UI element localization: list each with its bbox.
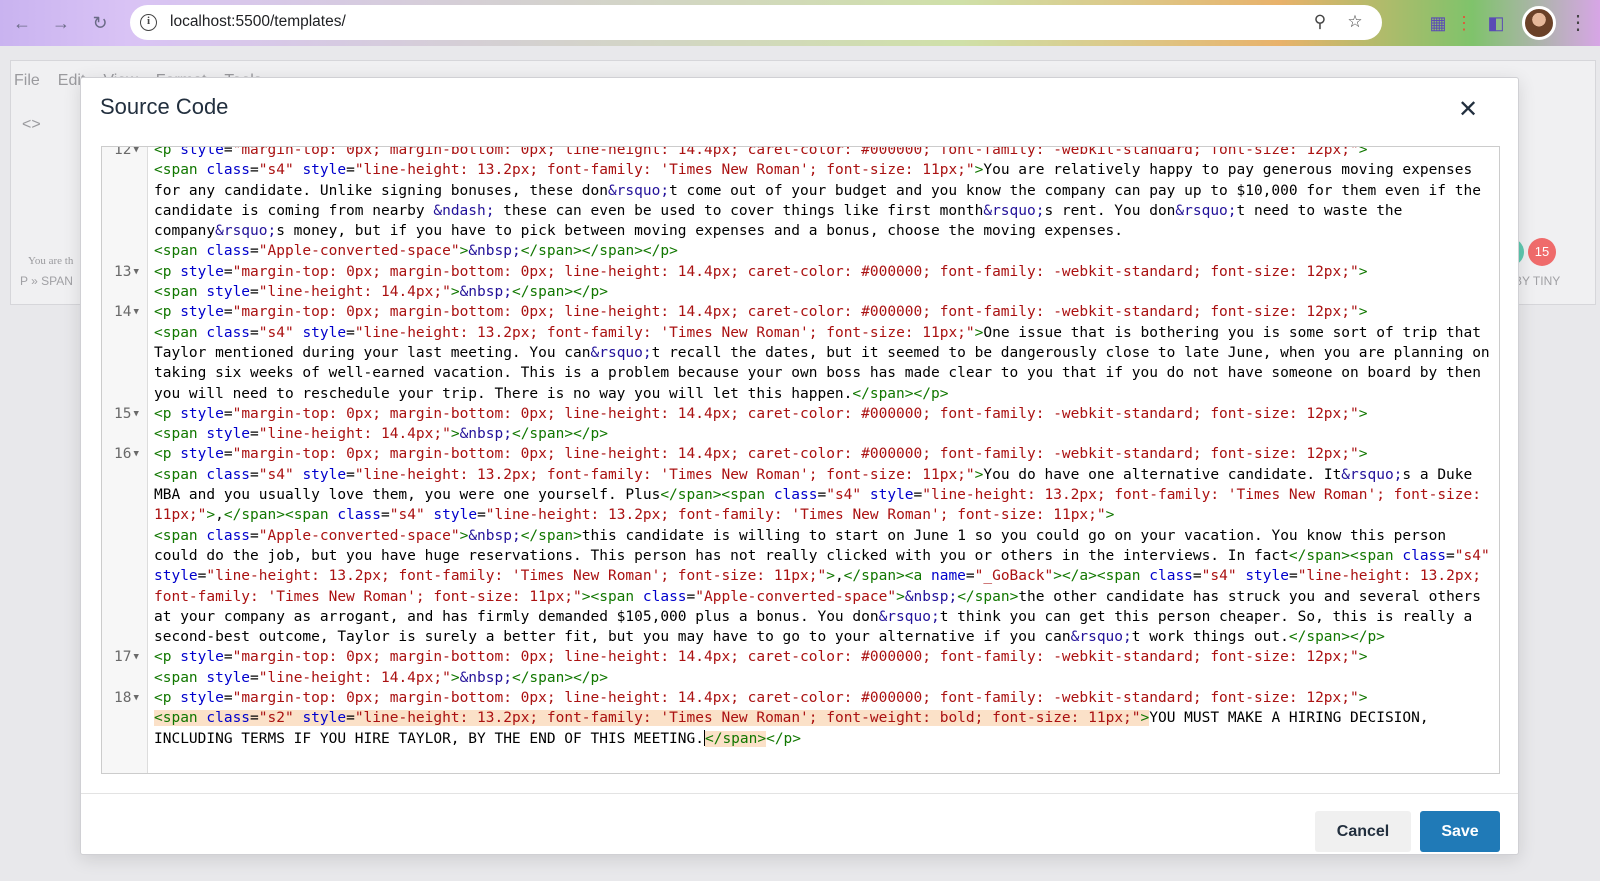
element-path: P » SPAN — [20, 274, 73, 288]
back-arrow-icon[interactable]: ← — [10, 11, 34, 35]
bookmark-star-icon[interactable]: ☆ — [1345, 12, 1365, 32]
line-number: 12 ▼ — [114, 146, 139, 158]
extension-icon[interactable]: ⋮ — [1452, 11, 1476, 35]
save-button[interactable]: Save — [1420, 811, 1500, 852]
fold-arrow-icon[interactable]: ▼ — [133, 147, 138, 155]
fold-arrow-icon[interactable]: ▼ — [133, 652, 138, 662]
line-number: 17 ▼ — [114, 649, 139, 666]
code-lines[interactable]: 12 ▼ <p style="margin-top: 0px; margin-bot… — [102, 146, 1499, 749]
code-line[interactable]: 18 ▼ <p style="margin-top: 0px; margin-bot… — [102, 688, 1499, 749]
line-number: 15 ▼ — [114, 405, 139, 422]
code-line[interactable]: 15 ▼ <p style="margin-top: 0px; margin-bot… — [102, 404, 1499, 445]
cancel-button[interactable]: Cancel — [1315, 811, 1411, 852]
profile-avatar[interactable] — [1522, 6, 1556, 40]
site-info-icon[interactable]: i — [140, 14, 157, 31]
side-panel-icon[interactable]: ◧ — [1484, 11, 1508, 35]
reload-icon[interactable]: ↻ — [88, 11, 112, 35]
fold-arrow-icon[interactable]: ▼ — [133, 267, 138, 277]
code-line-text[interactable]: <p style="margin-top: 0px; margin-bottom… — [154, 262, 1494, 303]
code-line-text[interactable]: <p style="margin-top: 0px; margin-bottom… — [154, 147, 1494, 262]
code-line-text[interactable]: <p style="margin-top: 0px; margin-bottom… — [154, 302, 1494, 403]
notification-count-badge[interactable]: 15 — [1528, 238, 1556, 266]
zoom-icon[interactable]: ⚲ — [1310, 12, 1330, 32]
dialog-title: Source Code — [100, 94, 229, 119]
fold-arrow-icon[interactable]: ▼ — [133, 693, 138, 703]
tiny-branding: BY TINY — [1514, 274, 1561, 288]
code-line-text[interactable]: <p style="margin-top: 0px; margin-bottom… — [154, 444, 1494, 647]
line-number: 13 ▼ — [114, 263, 139, 280]
source-code-dialog: Source Code ✕ 12 ▼ <p style="margin-top: 0… — [80, 77, 1519, 855]
code-line[interactable]: 14 ▼ <p style="margin-top: 0px; margin-bot… — [102, 302, 1499, 403]
browser-menu-icon[interactable]: ⋮ — [1568, 11, 1588, 35]
fold-arrow-icon[interactable]: ▼ — [133, 307, 138, 317]
code-editor[interactable]: 12 ▼ <p style="margin-top: 0px; margin-bot… — [101, 146, 1500, 774]
code-line[interactable]: 17 ▼ <p style="margin-top: 0px; margin-bot… — [102, 647, 1499, 688]
fold-arrow-icon[interactable]: ▼ — [133, 409, 138, 419]
code-line[interactable]: 13 ▼ <p style="margin-top: 0px; margin-bot… — [102, 262, 1499, 303]
address-bar[interactable]: i localhost:5500/templates/ ⚲ ☆ — [130, 5, 1382, 40]
forward-arrow-icon[interactable]: → — [49, 11, 73, 35]
editor-content-text: You are th — [28, 255, 74, 267]
menu-file[interactable]: File — [14, 72, 40, 89]
code-line[interactable]: 12 ▼ <p style="margin-top: 0px; margin-bot… — [102, 146, 1499, 262]
line-number: 14 ▼ — [114, 304, 139, 321]
extensions-puzzle-icon[interactable]: ▦ — [1426, 11, 1450, 35]
fold-arrow-icon[interactable]: ▼ — [133, 449, 138, 459]
line-number: 16 ▼ — [114, 446, 139, 463]
code-line-text[interactable]: <p style="margin-top: 0px; margin-bottom… — [154, 404, 1494, 445]
code-line-text[interactable]: <p style="margin-top: 0px; margin-bottom… — [154, 688, 1494, 749]
source-code-toolbar-icon[interactable]: <> — [22, 116, 41, 134]
code-line[interactable]: 16 ▼ <p style="margin-top: 0px; margin-bot… — [102, 444, 1499, 647]
line-number: 18 ▼ — [114, 690, 139, 707]
url-text[interactable]: localhost:5500/templates/ — [170, 13, 346, 31]
code-line-text[interactable]: <p style="margin-top: 0px; margin-bottom… — [154, 647, 1494, 688]
close-icon[interactable]: ✕ — [1454, 96, 1482, 124]
dialog-footer-divider — [81, 793, 1518, 794]
browser-toolbar: ← → ↻ i localhost:5500/templates/ ⚲ ☆ ▦ … — [0, 0, 1600, 46]
